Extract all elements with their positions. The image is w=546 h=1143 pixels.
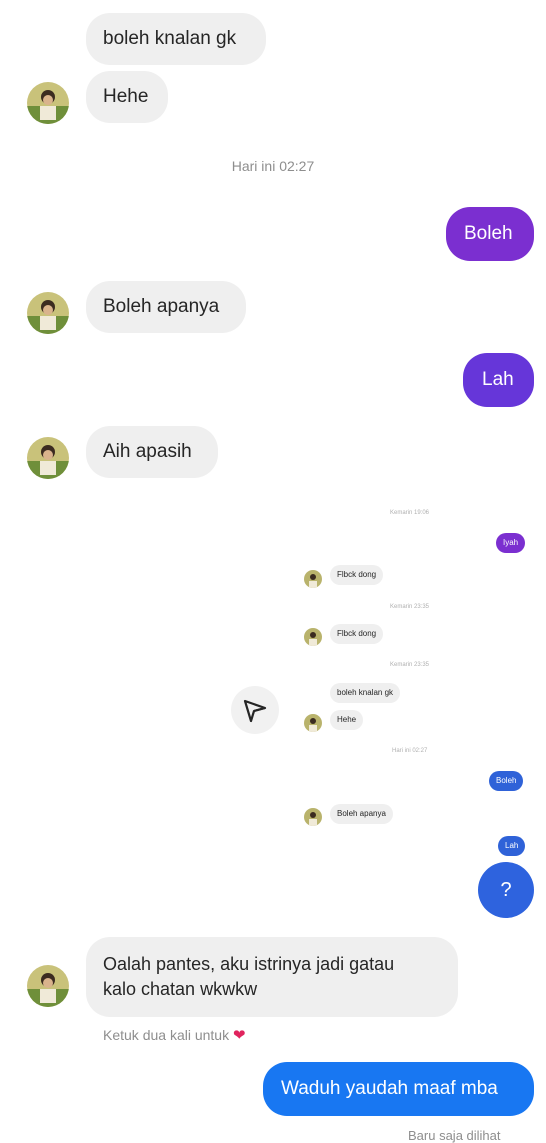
mini-incoming-message: Flbck dong [330,565,384,585]
shared-screenshot[interactable]: Kemarin 19:06 Iyah Flbck dong Kemarin 23… [220,500,546,920]
mini-incoming-message: boleh knalan gk [330,683,401,703]
mini-timestamp: Kemarin 23:35 [390,662,430,668]
incoming-message[interactable]: boleh knalan gk [86,13,266,65]
incoming-message[interactable]: Oalah pantes, aku istrinya jadi gatau ka… [86,937,458,1017]
reaction-hint[interactable]: Ketuk dua kali untuk ❤ [103,1026,246,1044]
mini-incoming-message: Hehe [330,710,364,730]
message-text: Hehe [103,86,149,107]
incoming-message[interactable]: Boleh apanya [86,281,246,333]
seen-status: Baru saja dilihat [408,1128,501,1143]
message-line: kalo chatan wkwkw [103,979,258,999]
mini-outgoing-message: Lah [498,836,526,856]
reaction-hint-text: Ketuk dua kali untuk [103,1027,230,1043]
mini-avatar [304,714,322,732]
mini-incoming-message: Boleh apanya [330,804,393,824]
avatar[interactable] [27,437,69,479]
message-text: Boleh apanya [103,296,220,317]
help-label: ? [500,879,512,901]
mini-outgoing-message: Boleh [489,771,524,791]
mini-incoming-message: Flbck dong [330,624,384,644]
send-icon [243,699,267,723]
message-text: Lah [482,369,514,390]
mini-timestamp: Kemarin 19:06 [390,510,430,516]
mini-timestamp: Kemarin 23:35 [390,604,430,610]
message-line: Oalah pantes, aku istrinya jadi gatau [103,954,395,974]
timestamp: Hari ini 02:27 [231,158,315,174]
message-text: Aih apasih [103,441,192,462]
outgoing-message[interactable]: Waduh yaudah maaf mba [263,1062,534,1116]
avatar[interactable] [27,82,69,124]
help-button[interactable]: ? [478,862,534,918]
mini-avatar [304,808,322,826]
avatar[interactable] [27,965,69,1007]
mini-avatar [304,570,322,588]
message-text: Waduh yaudah maaf mba [281,1078,498,1099]
mini-timestamp: Hari ini 02:27 [392,748,428,754]
mini-outgoing-message: Iyah [496,533,526,553]
message-text: boleh knalan gk [103,28,237,49]
incoming-message[interactable]: Aih apasih [86,426,218,478]
avatar[interactable] [27,292,69,334]
mini-avatar [304,628,322,646]
outgoing-message[interactable]: Boleh [446,207,534,261]
message-text: Boleh [464,223,513,244]
incoming-message[interactable]: Hehe [86,71,168,123]
share-button[interactable] [231,686,279,734]
heart-icon: ❤ [232,1027,246,1044]
outgoing-message[interactable]: Lah [463,353,534,407]
